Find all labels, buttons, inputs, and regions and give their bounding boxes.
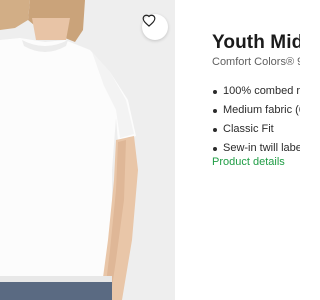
heart-icon [142,14,156,27]
product-image [0,0,175,300]
product-title: Youth Mid [212,32,300,53]
product-brand: Comfort Colors® 901 [212,56,300,68]
feature-item: 100% combed rings [212,84,300,103]
product-photo [0,0,175,300]
product-info: Youth Mid Comfort Colors® 901 100% combe… [175,0,300,300]
favorite-button[interactable] [142,14,168,40]
feature-item: Medium fabric (6.1 [212,103,300,122]
product-details-link[interactable]: Product details [212,156,285,168]
feature-item: Classic Fit [212,122,300,141]
feature-list: 100% combed rings Medium fabric (6.1 Cla… [212,84,300,160]
